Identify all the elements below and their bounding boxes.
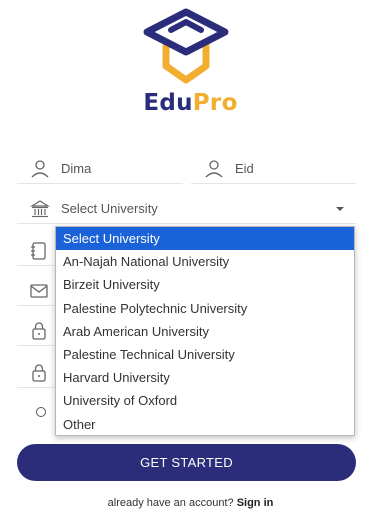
university-select[interactable]: Select University <box>17 194 356 224</box>
password-field[interactable] <box>17 316 57 346</box>
brand-name: EduPro <box>0 90 381 116</box>
university-option[interactable]: An-Najah National University <box>56 250 354 273</box>
mail-icon <box>28 280 50 302</box>
university-option[interactable]: Birzeit University <box>56 273 354 296</box>
university-option[interactable]: Palestine Technical University <box>56 343 354 366</box>
user-icon <box>203 158 225 180</box>
lock-icon <box>28 320 50 342</box>
get-started-button[interactable]: GET STARTED <box>17 444 356 481</box>
first-name-field[interactable]: Dima <box>17 154 183 184</box>
university-option[interactable]: Select University <box>56 227 354 251</box>
last-name-value: Eid <box>235 161 254 176</box>
terms-radio[interactable] <box>36 407 46 417</box>
brand-name-part1: Edu <box>143 90 193 116</box>
university-dropdown-list[interactable]: Select University An-Najah National Univ… <box>55 226 355 436</box>
lock-icon <box>28 362 50 384</box>
university-option[interactable]: Arab American University <box>56 320 354 343</box>
signin-prompt-text: already have an account? <box>107 497 234 509</box>
last-name-field[interactable]: Eid <box>191 154 356 184</box>
email-field[interactable] <box>17 276 57 306</box>
signin-prompt: already have an account? Sign in <box>0 497 381 509</box>
university-option[interactable]: Palestine Polytechnic University <box>56 297 354 320</box>
user-icon <box>29 158 51 180</box>
university-select-value: Select University <box>61 201 158 216</box>
graduation-cap-logo-icon <box>143 8 229 84</box>
chevron-down-icon <box>336 207 344 211</box>
university-icon <box>29 198 51 220</box>
signin-link[interactable]: Sign in <box>237 497 274 509</box>
confirm-password-field[interactable] <box>17 358 57 388</box>
notebook-icon <box>28 240 50 262</box>
university-option[interactable]: University of Oxford <box>56 389 354 412</box>
id-number-field[interactable] <box>17 236 57 266</box>
university-option[interactable]: Other <box>56 413 354 436</box>
university-option[interactable]: Harvard University <box>56 366 354 389</box>
first-name-value: Dima <box>61 161 92 176</box>
brand-name-part2: Pro <box>192 90 238 116</box>
edupro-logo <box>141 8 231 84</box>
